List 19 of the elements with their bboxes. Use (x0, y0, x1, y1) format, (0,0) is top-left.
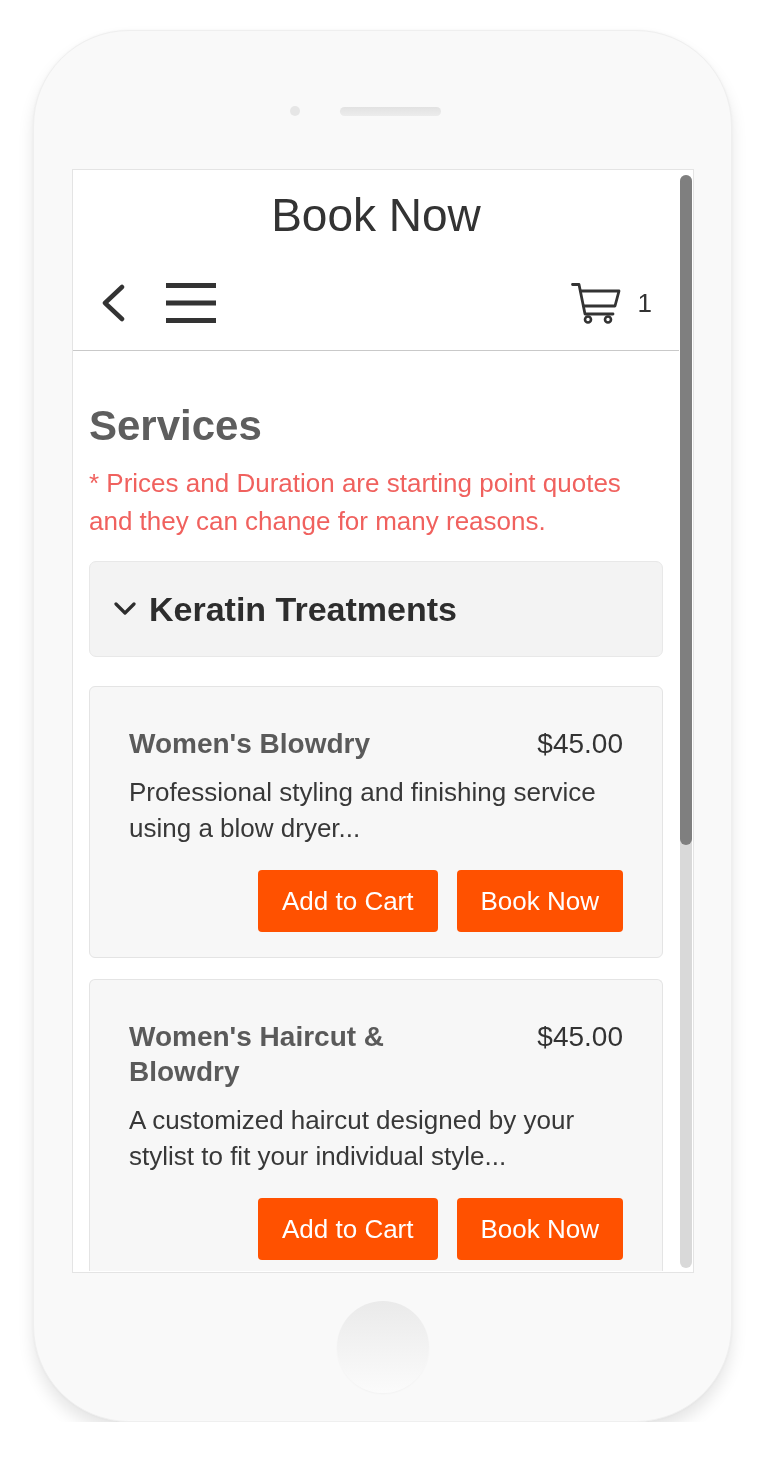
service-price: $45.00 (537, 1020, 623, 1054)
page-title: Book Now (270, 188, 482, 243)
add-to-cart-button[interactable]: Add to Cart (258, 870, 438, 932)
section-heading: Services (89, 401, 263, 451)
add-to-cart-button[interactable]: Add to Cart (258, 1198, 438, 1260)
back-icon[interactable] (100, 284, 126, 322)
service-description: Professional styling and finishing service using a blow dryer... (129, 776, 597, 845)
pricing-note: * Prices and Duration are starting point quotes and they can change for many reasons. (89, 467, 622, 538)
service-price: $45.00 (537, 727, 623, 761)
book-now-button[interactable]: Book Now (456, 1198, 623, 1260)
book-now-button[interactable]: Book Now (456, 870, 623, 932)
service-name: Women's Haircut & Blowdry (129, 1020, 386, 1089)
category-toggle[interactable]: Keratin Treatments (89, 561, 663, 657)
menu-icon[interactable] (166, 283, 216, 323)
service-name: Women's Blowdry (129, 727, 371, 761)
cart-button[interactable]: 1 (570, 282, 652, 324)
cart-icon (570, 282, 621, 324)
service-description: A customized haircut designed by your stylist to fit your individual style... (129, 1104, 576, 1173)
scrollbar-thumb[interactable] (680, 175, 692, 845)
